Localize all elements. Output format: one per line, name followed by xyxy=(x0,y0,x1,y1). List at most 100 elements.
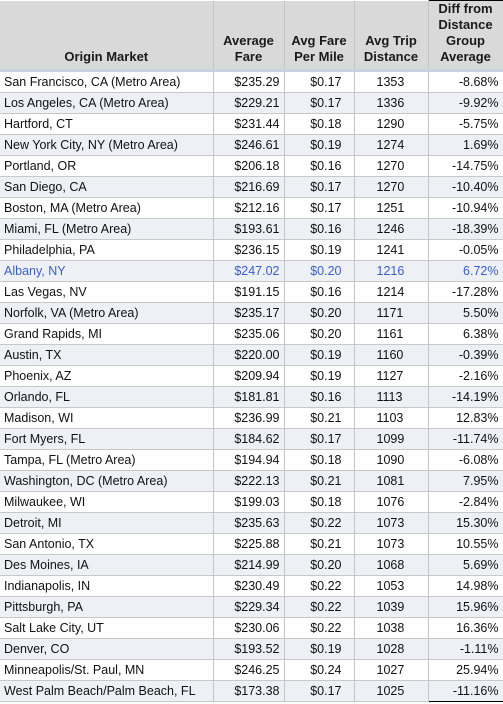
cell-avg-fare-per-mile: $0.16 xyxy=(284,281,355,303)
cell-average-fare: $235.06 xyxy=(213,323,285,345)
table-row-highlighted[interactable]: Albany, NY $247.02 $0.20 1216 6.72% xyxy=(0,260,503,282)
table-row[interactable]: Denver, CO $193.52 $0.19 1028 -1.11% xyxy=(0,638,503,660)
cell-origin-market: Indianapolis, IN xyxy=(0,575,214,597)
cell-average-fare: $214.99 xyxy=(213,554,285,576)
cell-avg-fare-per-mile: $0.24 xyxy=(284,659,355,681)
cell-origin-market: Minneapolis/St. Paul, MN xyxy=(0,659,214,681)
table-row[interactable]: Pittsburgh, PA $229.34 $0.22 1039 15.96% xyxy=(0,596,503,618)
cell-avg-trip-distance: 1025 xyxy=(354,680,429,702)
cell-avg-trip-distance: 1270 xyxy=(354,176,429,198)
cell-origin-market: Norfolk, VA (Metro Area) xyxy=(0,302,214,324)
cell-avg-fare-per-mile: $0.21 xyxy=(284,533,355,555)
cell-avg-fare-per-mile: $0.21 xyxy=(284,470,355,492)
cell-avg-trip-distance: 1171 xyxy=(354,302,429,324)
header-diff-from-group-average[interactable]: Diff from Distance Group Average xyxy=(427,0,503,72)
table-row[interactable]: Portland, OR $206.18 $0.16 1270 -14.75% xyxy=(0,155,503,177)
cell-avg-trip-distance: 1216 xyxy=(354,260,429,282)
cell-average-fare: $231.44 xyxy=(213,113,285,135)
cell-avg-trip-distance: 1081 xyxy=(354,470,429,492)
cell-origin-market: West Palm Beach/Palm Beach, FL xyxy=(0,680,214,702)
table-row[interactable]: Milwaukee, WI $199.03 $0.18 1076 -2.84% xyxy=(0,491,503,513)
table-row[interactable]: Boston, MA (Metro Area) $212.16 $0.17 1251-… xyxy=(0,197,503,219)
cell-average-fare: $212.16 xyxy=(213,197,285,219)
table-row[interactable]: Phoenix, AZ $209.94 $0.19 1127 -2.16% xyxy=(0,365,503,387)
cell-origin-market: Miami, FL (Metro Area) xyxy=(0,218,214,240)
cell-average-fare: $193.61 xyxy=(213,218,285,240)
cell-avg-trip-distance: 1076 xyxy=(354,491,429,513)
table-row[interactable]: Las Vegas, NV $191.15 $0.16 1214 -17.28% xyxy=(0,281,503,303)
cell-avg-fare-per-mile: $0.18 xyxy=(284,449,355,471)
cell-origin-market: Hartford, CT xyxy=(0,113,214,135)
cell-origin-market: San Antonio, TX xyxy=(0,533,214,555)
cell-origin-market: Los Angeles, CA (Metro Area) xyxy=(0,92,214,114)
cell-diff-from-group-average: -2.84% xyxy=(427,491,503,513)
cell-diff-from-group-average: -8.68% xyxy=(427,70,503,93)
table-row[interactable]: Hartford, CT $231.44 $0.18 1290 -5.75% xyxy=(0,113,503,135)
header-row: Origin Market Average Fare Avg Fare Per … xyxy=(0,0,503,72)
cell-diff-from-group-average: -11.74% xyxy=(427,428,503,450)
cell-avg-fare-per-mile: $0.18 xyxy=(284,491,355,513)
table-row[interactable]: Fort Myers, FL $184.62 $0.17 1099 -11.74% xyxy=(0,428,503,450)
cell-avg-trip-distance: 1214 xyxy=(354,281,429,303)
table-row[interactable]: Miami, FL (Metro Area) $193.61 $0.16 1246 -1… xyxy=(0,218,503,240)
table-row[interactable]: Detroit, MI $235.63 $0.22 1073 15.30% xyxy=(0,512,503,534)
cell-avg-trip-distance: 1251 xyxy=(354,197,429,219)
table-row[interactable]: Norfolk, VA (Metro Area) $235.17 $0.20 1171… xyxy=(0,302,503,324)
table-row[interactable]: Orlando, FL $181.81 $0.16 1113 -14.19% xyxy=(0,386,503,408)
header-avg-trip-distance[interactable]: Avg Trip Distance xyxy=(354,0,429,72)
table-row[interactable]: Salt Lake City, UT $230.06 $0.22 1038 16.36% xyxy=(0,617,503,639)
cell-average-fare: $209.94 xyxy=(213,365,285,387)
cell-average-fare: $193.52 xyxy=(213,638,285,660)
table-body: San Francisco, CA (Metro Area) $235.29 $0.… xyxy=(0,70,503,702)
cell-average-fare: $181.81 xyxy=(213,386,285,408)
cell-avg-fare-per-mile: $0.19 xyxy=(284,134,355,156)
header-average-fare[interactable]: Average Fare xyxy=(213,0,285,72)
table-row[interactable]: San Francisco, CA (Metro Area) $235.29 $0.… xyxy=(0,70,503,93)
table-row[interactable]: San Antonio, TX $225.88 $0.21 1073 10.55% xyxy=(0,533,503,555)
cell-origin-market: Fort Myers, FL xyxy=(0,428,214,450)
header-origin-market[interactable]: Origin Market xyxy=(0,0,214,72)
cell-average-fare: $199.03 xyxy=(213,491,285,513)
cell-origin-market: Tampa, FL (Metro Area) xyxy=(0,449,214,471)
cell-avg-fare-per-mile: $0.17 xyxy=(284,70,355,93)
cell-diff-from-group-average: -14.75% xyxy=(427,155,503,177)
cell-avg-trip-distance: 1290 xyxy=(354,113,429,135)
table-row[interactable]: San Diego, CA $216.69 $0.17 1270 -10.40% xyxy=(0,176,503,198)
cell-diff-from-group-average: -1.11% xyxy=(427,638,503,660)
cell-avg-fare-per-mile: $0.17 xyxy=(284,176,355,198)
cell-avg-fare-per-mile: $0.17 xyxy=(284,428,355,450)
cell-diff-from-group-average: -18.39% xyxy=(427,218,503,240)
table-row[interactable]: Indianapolis, IN $230.49 $0.22 1053 14.98% xyxy=(0,575,503,597)
cell-avg-fare-per-mile: $0.20 xyxy=(284,260,355,282)
cell-average-fare: $206.18 xyxy=(213,155,285,177)
table-row[interactable]: Des Moines, IA $214.99 $0.20 1068 5.69% xyxy=(0,554,503,576)
cell-avg-fare-per-mile: $0.20 xyxy=(284,323,355,345)
cell-average-fare: $246.25 xyxy=(213,659,285,681)
fare-comparison-table: Origin Market Average Fare Avg Fare Per … xyxy=(0,0,503,702)
table-row[interactable]: West Palm Beach/Palm Beach, FL $173.38 $0.… xyxy=(0,680,503,702)
cell-diff-from-group-average: 1.69% xyxy=(427,134,503,156)
cell-avg-trip-distance: 1270 xyxy=(354,155,429,177)
cell-diff-from-group-average: -10.40% xyxy=(427,176,503,198)
cell-avg-fare-per-mile: $0.16 xyxy=(284,218,355,240)
cell-average-fare: $220.00 xyxy=(213,344,285,366)
table-row[interactable]: Tampa, FL (Metro Area) $194.94 $0.18 1090 -6… xyxy=(0,449,503,471)
table-row[interactable]: Philadelphia, PA $236.15 $0.19 1241 -0.05% xyxy=(0,239,503,261)
table-row[interactable]: Grand Rapids, MI $235.06 $0.20 1161 6.38% xyxy=(0,323,503,345)
table-row[interactable]: Madison, WI $236.99 $0.21 1103 12.83% xyxy=(0,407,503,429)
cell-origin-market: Detroit, MI xyxy=(0,512,214,534)
table-row[interactable]: Austin, TX $220.00 $0.19 1160 -0.39% xyxy=(0,344,503,366)
table-row[interactable]: Minneapolis/St. Paul, MN $246.25 $0.24 1027… xyxy=(0,659,503,681)
cell-diff-from-group-average: 15.30% xyxy=(427,512,503,534)
cell-diff-from-group-average: 7.95% xyxy=(427,470,503,492)
table-row[interactable]: New York City, NY (Metro Area) $246.61 $0.… xyxy=(0,134,503,156)
header-avg-fare-per-mile[interactable]: Avg Fare Per Mile xyxy=(284,0,355,72)
cell-origin-market: San Francisco, CA (Metro Area) xyxy=(0,70,214,93)
cell-average-fare: $191.15 xyxy=(213,281,285,303)
cell-diff-from-group-average: 25.94% xyxy=(427,659,503,681)
table-row[interactable]: Washington, DC (Metro Area) $222.13 $0.21 1… xyxy=(0,470,503,492)
cell-origin-market: Albany, NY xyxy=(0,260,214,282)
table-row[interactable]: Los Angeles, CA (Metro Area) $229.21 $0.17… xyxy=(0,92,503,114)
cell-avg-trip-distance: 1246 xyxy=(354,218,429,240)
cell-avg-trip-distance: 1103 xyxy=(354,407,429,429)
